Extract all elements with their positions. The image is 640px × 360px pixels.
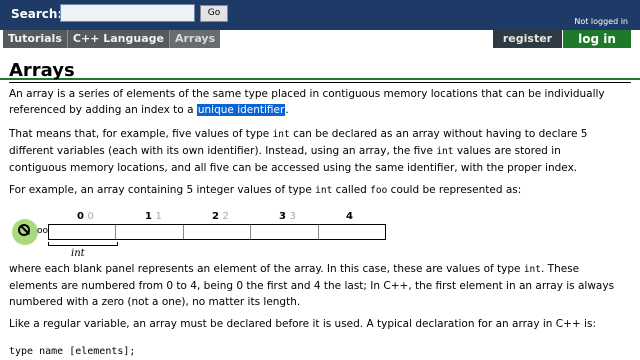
explanation-text: values are stored in (453, 145, 561, 157)
code-int: int (523, 264, 541, 275)
declaration-text: Like a regular variable, an array must b… (9, 318, 596, 330)
top-bar: Search: Go Not logged in (0, 0, 640, 31)
array-cell (184, 225, 252, 239)
login-status: Not logged in (574, 17, 628, 26)
explanation-text: can be declared as an array without havi… (289, 128, 588, 140)
explanation-text: That means that, for example, five value… (9, 128, 273, 140)
code-int: int (436, 146, 454, 157)
intro-line-2-end: . (285, 104, 289, 116)
array-index-1: 1 1 (145, 211, 162, 222)
array-index-3: 3 3 (279, 211, 296, 222)
go-button[interactable]: Go (200, 5, 228, 22)
busy-cursor-icon (18, 224, 30, 236)
diagram-prefix: oo (37, 226, 49, 236)
paragraph-example: For example, an array containing 5 integ… (9, 182, 629, 199)
code-foo: foo (370, 185, 388, 196)
paragraph-intro: An array is a series of elements of the … (9, 86, 629, 118)
example-text: called (332, 184, 371, 196)
nav-divider (0, 78, 640, 80)
breadcrumb-tutorials[interactable]: Tutorials (3, 30, 68, 48)
paragraph-description: where each blank panel represents an ele… (9, 261, 629, 310)
login-button[interactable]: log in (563, 30, 631, 48)
paragraph-declaration: Like a regular variable, an array must b… (9, 316, 629, 332)
array-cell (49, 225, 117, 239)
element-brace (48, 242, 118, 246)
array-index-0: 0 0 (77, 211, 94, 222)
array-index-4: 4 (346, 211, 353, 222)
code-int: int (272, 129, 290, 140)
explanation-text: different variables (each with its own i… (9, 145, 437, 157)
description-text: elements are numbered from 0 to 4, being… (9, 280, 615, 292)
intro-line-2: referenced by adding an index to a (9, 104, 197, 116)
breadcrumb-cpp-language[interactable]: C++ Language (67, 30, 170, 48)
breadcrumb: Tutorials C++ Language Arrays (3, 30, 221, 48)
search-label: Search: (11, 7, 63, 21)
description-text: numbered with a zero (not a one), no mat… (9, 296, 301, 308)
example-text: For example, an array containing 5 integ… (9, 184, 316, 196)
array-cell (116, 225, 184, 239)
nav-bar: Tutorials C++ Language Arrays register l… (0, 30, 640, 80)
page-title: Arrays (9, 60, 75, 81)
code-int: int (315, 185, 333, 196)
unique-identifier-link[interactable]: unique identifier (196, 104, 286, 116)
explanation-text: contiguous memory locations, and all fiv… (9, 162, 578, 174)
search-input[interactable] (60, 4, 195, 22)
breadcrumb-arrays[interactable]: Arrays (169, 30, 221, 48)
array-cells (48, 224, 386, 240)
array-cell (251, 225, 319, 239)
title-divider (9, 82, 631, 83)
example-text: could be represented as: (387, 184, 522, 196)
element-type-label: int (71, 248, 85, 259)
register-button[interactable]: register (493, 30, 562, 48)
array-cell (319, 225, 385, 239)
array-index-2: 2 2 (212, 211, 229, 222)
intro-line-1: An array is a series of elements of the … (9, 88, 605, 100)
paragraph-explanation: That means that, for example, five value… (9, 126, 629, 176)
array-diagram: oo 0 0 1 1 2 2 3 3 4 int (12, 209, 392, 263)
description-text: where each blank panel represents an ele… (9, 263, 524, 275)
code-example: type name [elements]; (9, 346, 136, 357)
description-text: . These (541, 263, 580, 275)
